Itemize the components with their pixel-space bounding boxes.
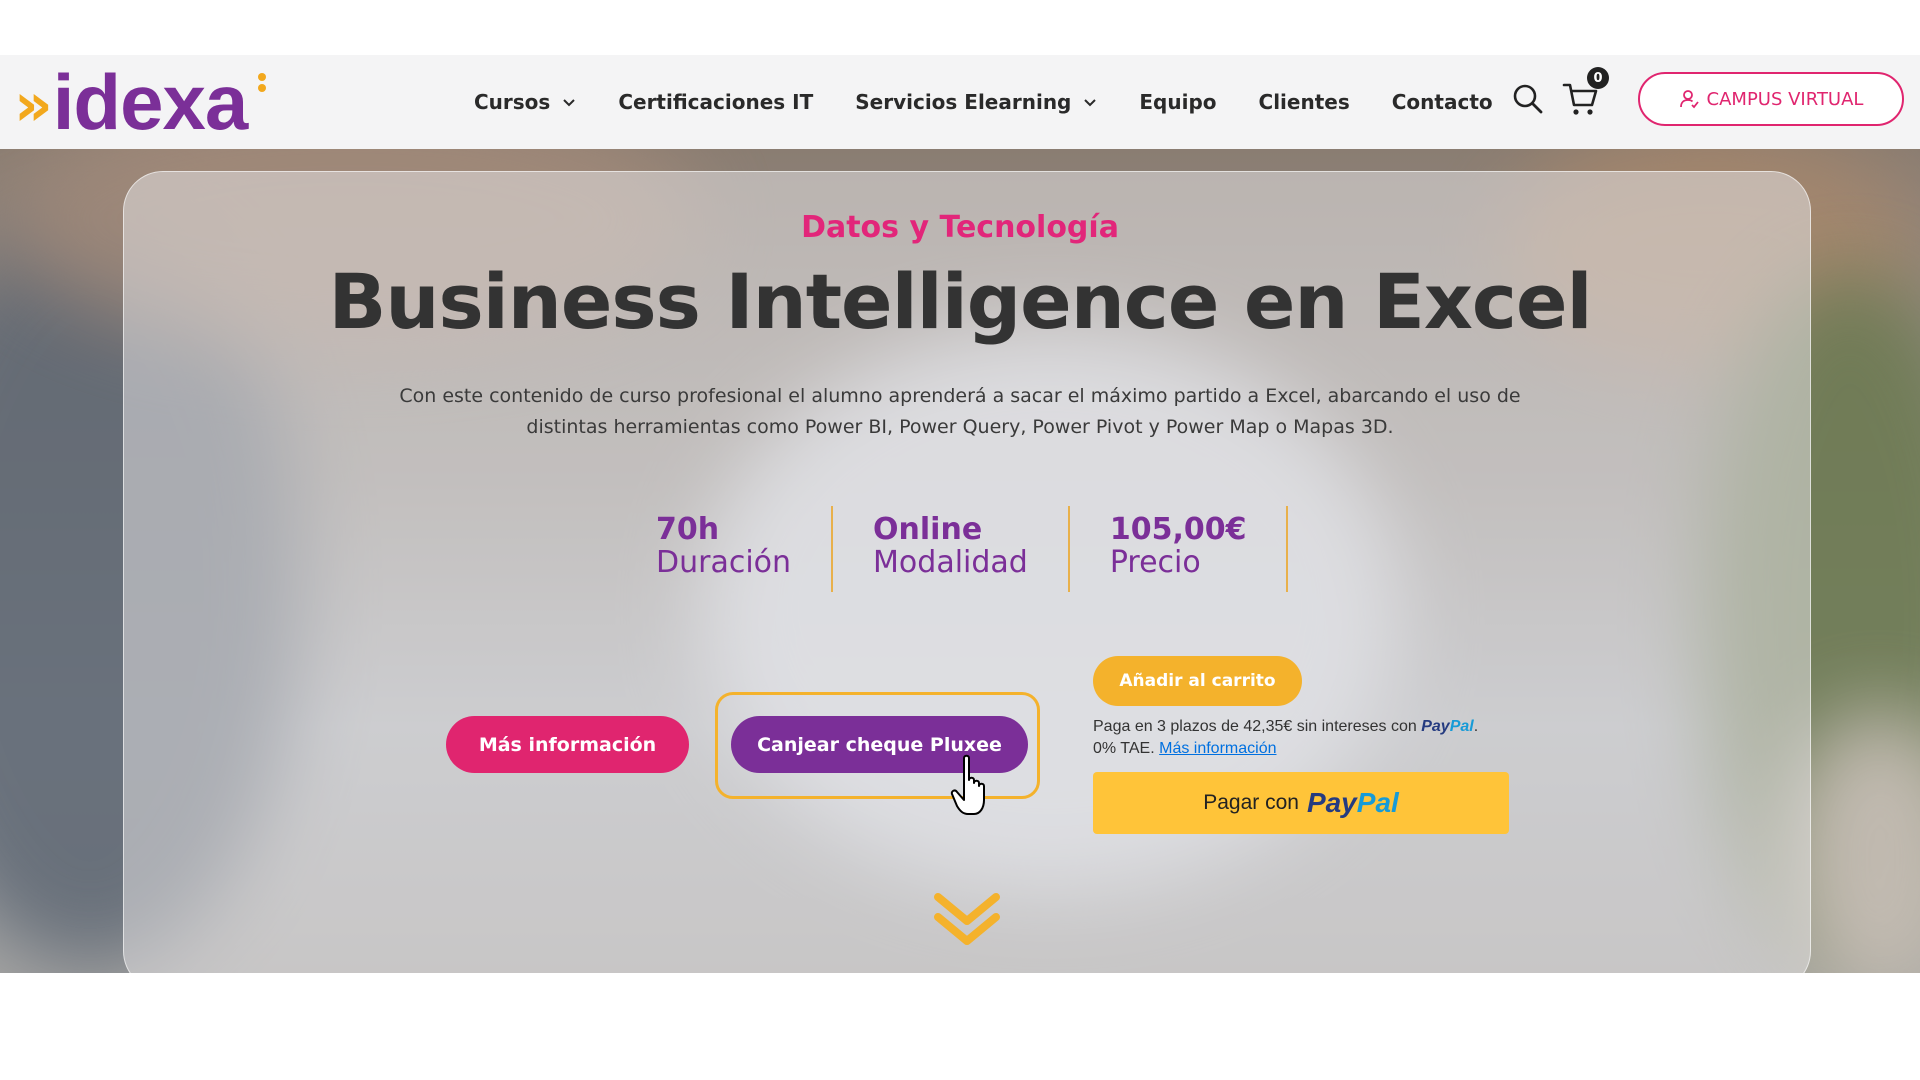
course-title: Business Intelligence en Excel xyxy=(328,257,1592,346)
nav-item-contacto[interactable]: Contacto xyxy=(1392,90,1493,114)
course-stats: 70h Duración Online Modalidad 105,00€ Pr… xyxy=(656,506,1289,592)
more-info-button[interactable]: Más información xyxy=(446,716,689,773)
nav-item-label: Cursos xyxy=(474,90,551,114)
stat-price: 105,00€ Precio xyxy=(1110,506,1289,592)
paypal-more-info-link[interactable]: Más información xyxy=(1159,740,1276,757)
paypal-logo-pay: Pay xyxy=(1306,787,1357,818)
paypal-button-prefix: Pagar con xyxy=(1203,791,1299,814)
campus-virtual-button[interactable]: CAMPUS VIRTUAL xyxy=(1638,72,1904,126)
nav-item-clientes[interactable]: Clientes xyxy=(1259,90,1350,114)
site-header: » idexa Cursos Certificaciones IT Servic… xyxy=(0,55,1920,149)
idexa-logo[interactable]: » idexa xyxy=(14,63,274,141)
stat-label: Duración xyxy=(656,545,792,580)
nav-item-label: Servicios Elearning xyxy=(855,90,1072,114)
nav-item-label: Clientes xyxy=(1258,90,1350,114)
course-description: Con este contenido de curso profesional … xyxy=(399,385,1521,438)
nav-item-equipo[interactable]: Equipo xyxy=(1139,90,1216,114)
user-icon xyxy=(1679,90,1699,109)
nav-item-servicios-elearning[interactable]: Servicios Elearning xyxy=(855,90,1097,114)
nav-item-certificaciones[interactable]: Certificaciones IT xyxy=(618,90,813,114)
hero-section: Datos y Tecnología Business Intelligence… xyxy=(0,149,1920,973)
course-category[interactable]: Datos y Tecnología xyxy=(0,210,1920,245)
stat-value: 70h xyxy=(656,512,720,547)
page: » idexa Cursos Certificaciones IT Servic… xyxy=(0,0,1920,1080)
nav-item-cursos[interactable]: Cursos xyxy=(474,90,576,114)
paypal-logo-pal: Pal xyxy=(1356,787,1399,818)
stat-duration: 70h Duración xyxy=(656,506,834,592)
paypal-installments-text: Paga en 3 plazos de 42,35€ sin intereses… xyxy=(1093,718,1417,735)
nav-item-label: Equipo xyxy=(1139,90,1217,114)
logo-arrows-icon: » xyxy=(14,70,53,140)
search-icon[interactable] xyxy=(1512,83,1544,115)
add-to-cart-button[interactable]: Añadir al carrito xyxy=(1093,656,1302,706)
main-nav: Cursos Certificaciones IT Servicios Elea… xyxy=(474,55,1535,149)
stat-modality: Online Modalidad xyxy=(873,506,1070,592)
chevron-down-icon xyxy=(563,99,576,107)
double-chevron-down-icon[interactable] xyxy=(932,891,1002,951)
stat-label: Modalidad xyxy=(873,545,1028,580)
nav-item-label: Contacto xyxy=(1391,90,1493,114)
paypal-logo-icon: PayPal xyxy=(1421,718,1474,735)
stat-value: Online xyxy=(873,512,983,547)
logo-text: idexa xyxy=(52,58,248,146)
paypal-tae-text: 0% TAE. xyxy=(1093,740,1155,757)
stat-label: Precio xyxy=(1109,545,1201,580)
nav-item-label: Certificaciones IT xyxy=(618,90,814,114)
cart-count-badge: 0 xyxy=(1587,67,1609,89)
logo-dots-icon xyxy=(258,73,268,93)
hand-cursor-icon xyxy=(950,754,985,815)
stat-value: 105,00€ xyxy=(1109,512,1247,547)
pay-with-paypal-button[interactable]: Pagar con Pay Pal xyxy=(1093,772,1509,834)
chevron-down-icon xyxy=(1084,99,1097,107)
paypal-installments-info: Paga en 3 plazos de 42,35€ sin intereses… xyxy=(1093,718,1479,757)
campus-virtual-label: CAMPUS VIRTUAL xyxy=(1706,88,1864,110)
